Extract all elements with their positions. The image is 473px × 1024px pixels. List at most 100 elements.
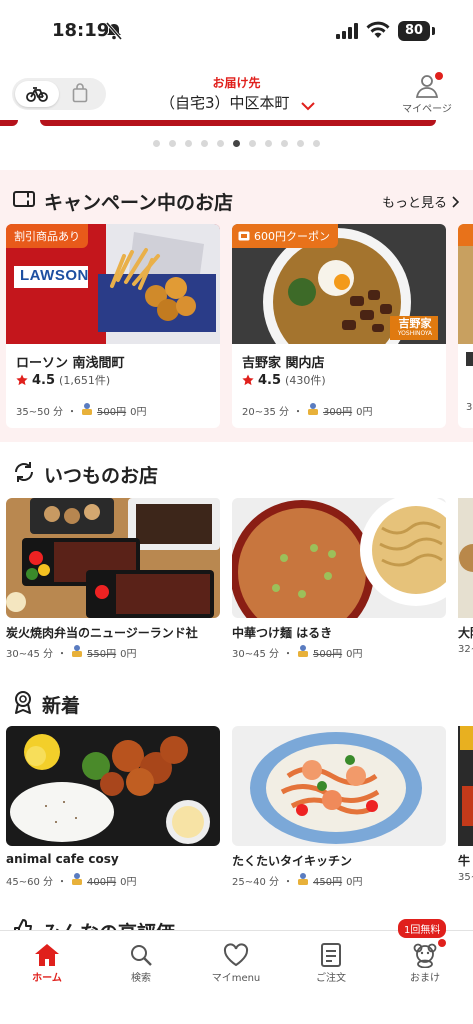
store-name[interactable]: たくたいタイキッチン bbox=[232, 852, 352, 869]
separator-dot: ・ bbox=[283, 649, 294, 660]
delivery-time: 35~50 分 bbox=[16, 407, 64, 418]
carousel-dot[interactable] bbox=[297, 140, 304, 147]
wifi-icon bbox=[366, 21, 390, 43]
store-card-peek[interactable]: 3 bbox=[458, 224, 473, 428]
new-title-text: 新着 bbox=[42, 695, 81, 717]
app-header: お届け先 （自宅3）中区本町 マイページ bbox=[0, 62, 473, 126]
bottom-navigation: ホーム 検索 マイmenu ご注文 おまけ 1回無料 bbox=[0, 919, 473, 1024]
nav-omake[interactable]: おまけ bbox=[378, 941, 472, 984]
original-fee: 500円 bbox=[97, 407, 127, 418]
campaign-section: キャンペーン中のお店 もっと見る 割引商品あり LAWSON ローソン 南浅間町… bbox=[0, 170, 473, 442]
store-name: 吉野家 関内店 bbox=[242, 356, 325, 371]
yoshinoya-logo: 吉野家 YOSHINOYA bbox=[392, 316, 438, 337]
nav-omake-label[interactable]: おまけ bbox=[378, 969, 472, 984]
original-fee: 450円 bbox=[313, 877, 343, 888]
home-icon[interactable] bbox=[0, 941, 94, 969]
mypage-button[interactable]: マイページ bbox=[398, 72, 456, 115]
delivery-time: 45~60 分 bbox=[6, 877, 54, 888]
original-fee: 400円 bbox=[87, 877, 117, 888]
courier-icon bbox=[307, 402, 319, 419]
nav-orders[interactable]: ご注文 bbox=[284, 941, 378, 984]
store-image-peek[interactable] bbox=[458, 498, 473, 618]
star-icon bbox=[16, 374, 28, 386]
bell-muted-icon bbox=[105, 22, 123, 44]
delivery-time: 20~35 分 bbox=[242, 407, 290, 418]
nav-my-menu-label[interactable]: マイmenu bbox=[189, 969, 283, 984]
coupon-icon bbox=[12, 189, 36, 214]
bear-icon[interactable] bbox=[378, 941, 472, 969]
delivery-time: 30~45 分 bbox=[6, 649, 54, 660]
search-icon[interactable] bbox=[94, 941, 188, 969]
delivery-fee: 0円 bbox=[346, 877, 363, 888]
delivery-fee: 0円 bbox=[120, 649, 137, 660]
banner-prev[interactable] bbox=[0, 120, 18, 126]
store-image-peek[interactable] bbox=[458, 726, 473, 846]
status-bar: 18:19 80 bbox=[0, 0, 473, 62]
nav-my-menu[interactable]: マイmenu bbox=[189, 941, 283, 984]
carousel-dot[interactable] bbox=[169, 140, 176, 147]
courier-icon bbox=[81, 402, 93, 419]
nav-orders-label[interactable]: ご注文 bbox=[284, 969, 378, 984]
store-name[interactable]: 炭火焼肉弁当のニュージーランド社 bbox=[6, 624, 198, 641]
store-name[interactable]: 中華つけ麺 はるき bbox=[232, 624, 332, 641]
store-image-animal-cafe[interactable] bbox=[6, 726, 220, 846]
store-image-yakiniku[interactable] bbox=[6, 498, 220, 618]
rating-value: 4.5 bbox=[32, 372, 56, 388]
separator-dot: ・ bbox=[293, 407, 304, 418]
delivery-meta: 45~60 分 ・ 400円 0円 bbox=[6, 872, 136, 889]
banner-carousel[interactable] bbox=[0, 120, 473, 130]
nav-search-label[interactable]: 検索 bbox=[94, 969, 188, 984]
delivery-meta: 30~45 分 ・ 500円 0円 bbox=[232, 644, 362, 661]
store-name-peek bbox=[466, 352, 473, 366]
store-image-thai-kitchen[interactable] bbox=[232, 726, 446, 846]
usual-section-title: いつものお店 bbox=[12, 460, 158, 489]
carousel-dot[interactable] bbox=[281, 140, 288, 147]
user-icon[interactable] bbox=[413, 72, 443, 100]
carousel-dot[interactable] bbox=[153, 140, 160, 147]
separator-dot: ・ bbox=[57, 877, 68, 888]
carousel-dot[interactable] bbox=[233, 140, 240, 147]
nav-home[interactable]: ホーム bbox=[0, 941, 94, 984]
carousel-dot[interactable] bbox=[201, 140, 208, 147]
order-document-icon[interactable] bbox=[284, 941, 378, 969]
rating-value: 4.5 bbox=[258, 372, 282, 388]
nav-search[interactable]: 検索 bbox=[94, 941, 188, 984]
original-fee: 300円 bbox=[323, 407, 353, 418]
carousel-dot[interactable] bbox=[313, 140, 320, 147]
store-name-peek[interactable]: 大阪 bbox=[458, 624, 473, 641]
store-rating: 4.5 (430件) bbox=[242, 372, 326, 388]
carousel-dot[interactable] bbox=[265, 140, 272, 147]
ticket-icon bbox=[238, 231, 250, 241]
store-name[interactable]: animal cafe cosy bbox=[6, 852, 119, 866]
delivery-meta: 35~50 分 ・ 500円 0円 bbox=[16, 402, 146, 419]
carousel-dot[interactable] bbox=[217, 140, 224, 147]
courier-icon bbox=[71, 872, 83, 889]
store-card[interactable]: 600円クーポン 吉野家 YOSHINOYA 吉野家 関内店 4.5 (430件… bbox=[232, 224, 446, 428]
free-once-badge: 1回無料 bbox=[398, 919, 447, 938]
coupon-badge: 600円クーポン bbox=[232, 224, 338, 248]
store-image-tsukemen[interactable] bbox=[232, 498, 446, 618]
nav-home-label[interactable]: ホーム bbox=[0, 969, 94, 984]
separator-dot: ・ bbox=[57, 649, 68, 660]
battery-tip bbox=[432, 27, 435, 35]
chevron-down-icon[interactable] bbox=[300, 96, 316, 115]
store-name-peek[interactable]: 牛 bbox=[458, 852, 473, 869]
delivery-fee: 0円 bbox=[346, 649, 363, 660]
carousel-dot[interactable] bbox=[249, 140, 256, 147]
courier-icon bbox=[71, 644, 83, 661]
carousel-dot[interactable] bbox=[185, 140, 192, 147]
store-card[interactable]: 割引商品あり LAWSON ローソン 南浅間町 4.5 (1,651件) 35~… bbox=[6, 224, 220, 428]
more-link-text[interactable]: もっと見る bbox=[382, 192, 447, 211]
delivery-address[interactable]: （自宅3）中区本町 bbox=[160, 92, 290, 113]
heart-icon[interactable] bbox=[189, 941, 283, 969]
delivery-meta: 20~35 分 ・ 300円 0円 bbox=[242, 402, 372, 419]
campaign-more-link[interactable]: もっと見る bbox=[382, 192, 459, 211]
star-icon bbox=[242, 374, 254, 386]
discount-badge: 割引商品あり bbox=[6, 224, 88, 248]
delivery-time: 30~45 分 bbox=[232, 649, 280, 660]
delivery-fee: 0円 bbox=[356, 407, 373, 418]
notification-dot bbox=[438, 939, 446, 947]
yoshinoya-logo-text: 吉野家 bbox=[398, 317, 432, 330]
banner-current[interactable] bbox=[40, 120, 436, 126]
store-rating: 4.5 (1,651件) bbox=[16, 372, 110, 388]
